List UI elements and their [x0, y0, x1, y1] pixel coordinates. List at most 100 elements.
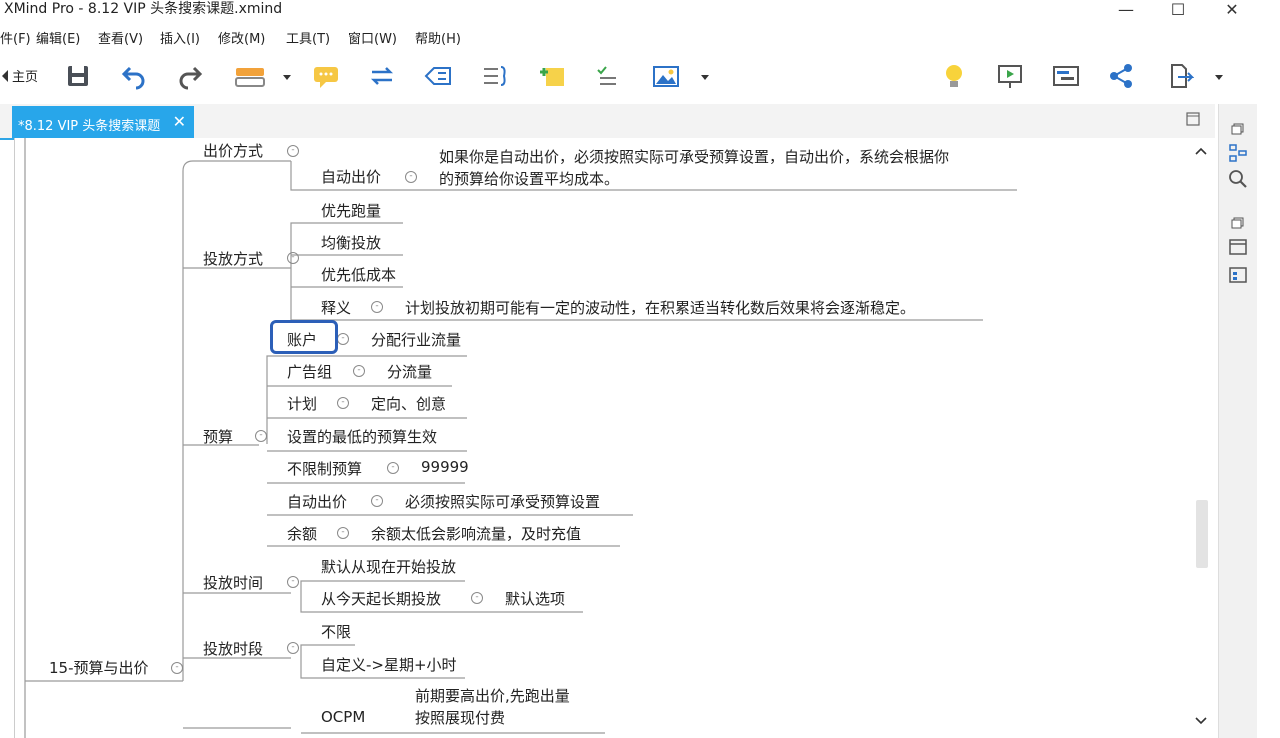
collapse-icon[interactable]: -	[287, 576, 299, 588]
tab-current-map[interactable]: *8.12 VIP 头条搜索课题 ✕	[12, 106, 194, 138]
summary-icon[interactable]	[480, 62, 508, 90]
home-arrow-icon	[2, 70, 8, 82]
minimize-button[interactable]: —	[1106, 0, 1146, 19]
collapse-icon[interactable]: -	[337, 333, 349, 345]
menu-insert[interactable]: 插入(I)	[160, 28, 200, 47]
gantt-icon[interactable]	[1052, 62, 1080, 90]
scroll-down-icon[interactable]	[1195, 716, 1207, 726]
collapse-icon[interactable]: -	[387, 462, 399, 474]
selected-topic-outline	[270, 320, 338, 354]
topic-delivery-method[interactable]: 投放方式	[203, 248, 263, 269]
close-window-button[interactable]: ✕	[1212, 0, 1252, 19]
collapse-icon[interactable]: -	[287, 642, 299, 654]
note-icon[interactable]	[538, 62, 566, 90]
topic-unlimited[interactable]: 不限	[321, 621, 351, 642]
scroll-up-icon[interactable]	[1195, 146, 1207, 156]
collapse-icon[interactable]: -	[471, 592, 483, 604]
scroll-thumb[interactable]	[1196, 500, 1208, 568]
topic-budget[interactable]: 预算	[203, 426, 233, 447]
zoom-icon[interactable]	[1227, 168, 1249, 190]
topic-auto-bid-2[interactable]: 自动出价	[287, 491, 347, 512]
home-button[interactable]: 主页	[0, 62, 44, 90]
task-icon[interactable]	[594, 62, 622, 90]
menu-help[interactable]: 帮助(H)	[415, 28, 461, 47]
panel-restore-icon-2[interactable]	[1227, 212, 1249, 234]
home-label: 主页	[12, 70, 39, 85]
note-auto-bid-line2[interactable]: 的预算给你设置平均成本。	[439, 168, 619, 189]
note-explanation[interactable]: 计划投放初期可能有一定的波动性，在积累适当转化数后效果将会逐渐稳定。	[405, 297, 915, 318]
menu-window[interactable]: 窗口(W)	[348, 28, 397, 47]
topic-priority-volume[interactable]: 优先跑量	[321, 200, 381, 221]
share-icon[interactable]	[1108, 62, 1136, 90]
topic-root-budget-bid[interactable]: 15-预算与出价	[49, 657, 149, 678]
topic-balance[interactable]: 余额	[287, 523, 317, 544]
topic-default-start[interactable]: 默认从现在开始投放	[321, 556, 456, 577]
properties-icon[interactable]	[1227, 264, 1249, 286]
note-ad-group[interactable]: 分流量	[387, 361, 432, 382]
callout-icon[interactable]	[312, 62, 340, 90]
note-auto-bid-2[interactable]: 必须按照实际可承受预算设置	[405, 491, 600, 512]
topic-bid-method[interactable]: 出价方式	[203, 140, 263, 161]
undo-icon[interactable]	[120, 62, 148, 90]
outline-icon[interactable]	[1227, 142, 1249, 164]
note-ocpm-line1[interactable]: 前期要高出价,先跑出量	[415, 685, 570, 706]
topic-custom-schedule[interactable]: 自定义->星期+小时	[321, 654, 457, 675]
collapse-icon[interactable]: -	[371, 301, 383, 313]
menu-edit[interactable]: 编辑(E)	[36, 28, 80, 47]
panel-restore-icon[interactable]	[1227, 118, 1249, 140]
topic-priority-low-cost[interactable]: 优先低成本	[321, 264, 396, 285]
note-auto-bid-line1[interactable]: 如果你是自动出价，必须按照实际可承受预算设置，自动出价，系统会根据你	[439, 146, 949, 167]
menu-file[interactable]: 件(F)	[0, 28, 31, 47]
menu-tools[interactable]: 工具(T)	[286, 28, 330, 47]
collapse-icon[interactable]: -	[255, 430, 267, 442]
redo-icon[interactable]	[176, 62, 204, 90]
note-account[interactable]: 分配行业流量	[371, 329, 461, 350]
restore-editor-icon[interactable]	[1186, 112, 1200, 126]
menu-modify[interactable]: 修改(M)	[218, 28, 265, 47]
topic-ocpm[interactable]: OCPM	[321, 708, 365, 726]
note-plan[interactable]: 定向、创意	[371, 393, 446, 414]
topic-explanation[interactable]: 释义	[321, 297, 351, 318]
collapse-icon[interactable]: -	[287, 252, 299, 264]
lightbulb-icon[interactable]	[940, 62, 968, 90]
export-dropdown-icon[interactable]	[1212, 62, 1226, 90]
note-ocpm-line2[interactable]: 按照展现付费	[415, 707, 505, 728]
topic-delivery-period[interactable]: 投放时段	[203, 638, 263, 659]
menu-view[interactable]: 查看(V)	[98, 28, 143, 47]
format-panel-icon[interactable]	[1227, 236, 1249, 258]
topic-long-term[interactable]: 从今天起长期投放	[321, 588, 441, 609]
vertical-scrollbar[interactable]	[1190, 138, 1212, 738]
editor-tab-bar: *8.12 VIP 头条搜索课题 ✕	[0, 104, 1215, 140]
topic-balanced[interactable]: 均衡投放	[321, 232, 381, 253]
topic-delivery-time[interactable]: 投放时间	[203, 572, 263, 593]
export-icon[interactable]	[1166, 62, 1194, 90]
topic-auto-bid[interactable]: 自动出价	[321, 166, 381, 187]
collapse-icon[interactable]: -	[371, 495, 383, 507]
collapse-icon[interactable]: -	[337, 397, 349, 409]
relationship-icon[interactable]	[368, 62, 396, 90]
image-icon[interactable]	[652, 62, 680, 90]
topic-plan[interactable]: 计划	[287, 393, 317, 414]
note-balance[interactable]: 余额太低会影响流量，及时充值	[371, 523, 581, 544]
window-title: XMind Pro - 8.12 VIP 头条搜索课题.xmind	[4, 1, 283, 17]
note-unlimited-budget[interactable]: 99999	[421, 458, 469, 476]
collapse-icon[interactable]: -	[353, 365, 365, 377]
presentation-icon[interactable]	[996, 62, 1024, 90]
maximize-button[interactable]: ☐	[1158, 0, 1198, 19]
collapse-icon[interactable]: -	[405, 171, 417, 183]
topic-dropdown-icon[interactable]	[280, 62, 294, 90]
toolbar: 主页	[0, 52, 1280, 100]
save-icon[interactable]	[64, 62, 92, 90]
boundary-icon[interactable]	[424, 62, 452, 90]
image-dropdown-icon[interactable]	[698, 62, 712, 90]
insert-topic-icon[interactable]	[234, 62, 274, 90]
topic-lowest-budget[interactable]: 设置的最低的预算生效	[287, 426, 437, 447]
mindmap-canvas[interactable]: 出价方式 - 自动出价 - 如果你是自动出价，必须按照实际可承受预算设置，自动出…	[14, 138, 1215, 738]
topic-ad-group[interactable]: 广告组	[287, 361, 332, 382]
topic-unlimited-budget[interactable]: 不限制预算	[287, 458, 362, 479]
collapse-icon[interactable]: -	[337, 527, 349, 539]
tab-close-icon[interactable]: ✕	[173, 112, 186, 131]
note-default-option[interactable]: 默认选项	[505, 588, 565, 609]
collapse-icon[interactable]: -	[287, 145, 299, 157]
collapse-icon[interactable]: -	[171, 662, 183, 674]
